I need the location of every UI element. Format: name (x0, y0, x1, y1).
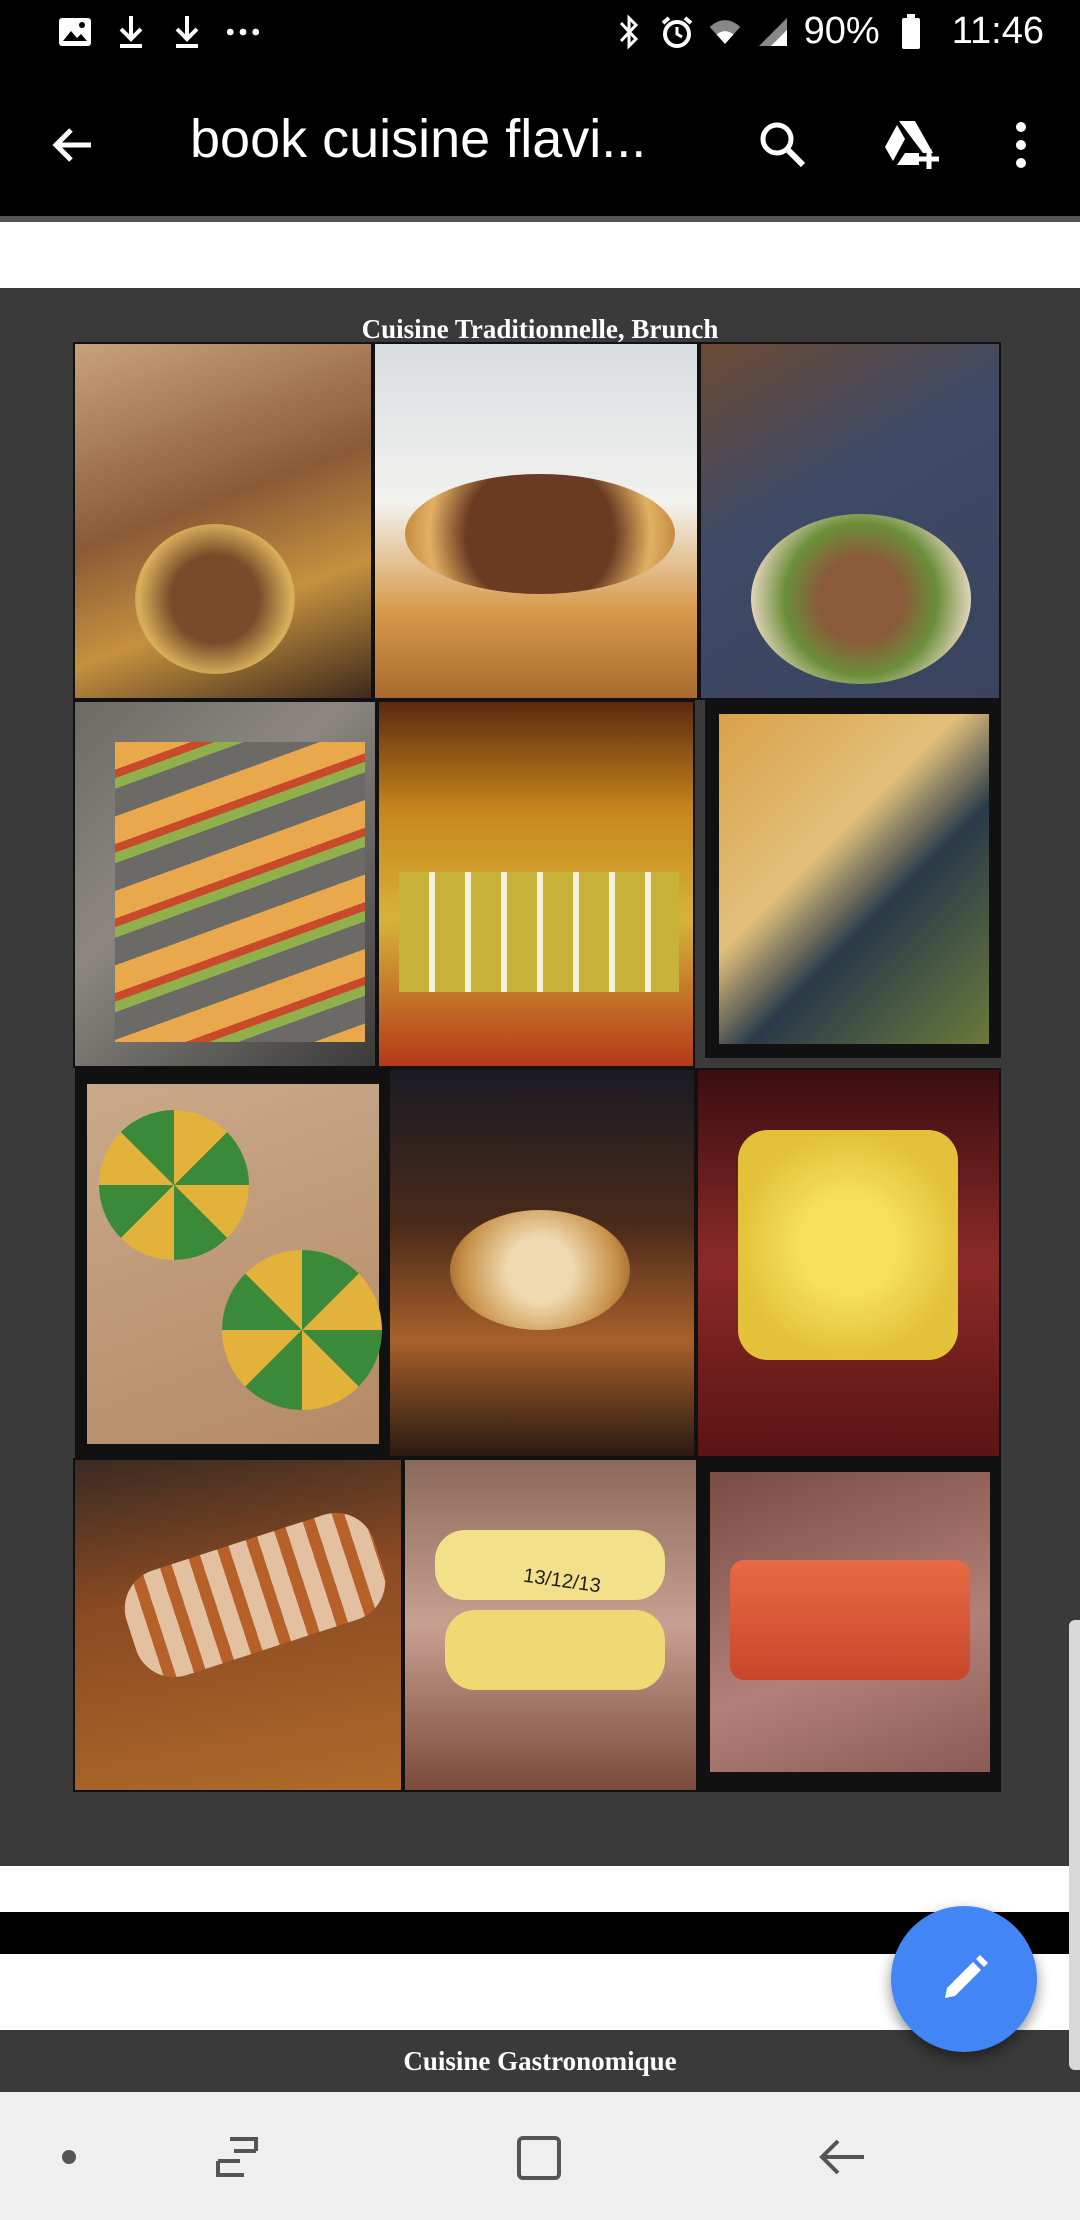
drive-add-icon[interactable] (876, 110, 946, 180)
home-icon[interactable] (505, 2122, 575, 2192)
download-icon (114, 12, 148, 52)
photo-roast-chicken (388, 1068, 696, 1458)
system-status: 90% 11:46 (612, 10, 1044, 53)
clock: 11:46 (951, 10, 1044, 52)
download-icon (170, 12, 204, 52)
battery-icon (894, 12, 928, 52)
notification-icons (58, 12, 260, 52)
navigation-bar (0, 2092, 1080, 2220)
photo-pasta-pan (705, 700, 1001, 1058)
back-arrow-icon[interactable] (38, 110, 108, 180)
photo-ravioli (696, 1068, 1001, 1458)
wifi-icon (708, 12, 742, 52)
image-icon (58, 12, 92, 52)
back-icon[interactable] (808, 2122, 878, 2192)
bluetooth-icon (612, 12, 646, 52)
more-notifications-icon (226, 12, 260, 52)
edit-pencil-icon (945, 1955, 988, 1998)
document-title: book cuisine flavi... (190, 109, 647, 169)
page-heading: Cuisine Gastronomique (403, 2046, 677, 2076)
photo-gravlax (698, 1458, 1001, 1792)
status-bar: 90% 11:46 (0, 0, 1080, 66)
page-gap (0, 1866, 1080, 1912)
app-bar: book cuisine flavi... (0, 66, 1080, 216)
page-gastronomique: Cuisine Gastronomique (0, 2030, 1080, 2092)
page-traditionnelle: Cuisine Traditionnelle, Brunch 13/12/13 (0, 288, 1080, 1866)
document-viewer[interactable]: Cuisine Traditionnelle, Brunch 13/12/13 … (0, 222, 1080, 2092)
photo-foie-gras: 13/12/13 (403, 1458, 698, 1792)
dot-icon[interactable] (34, 2122, 104, 2192)
more-vert-icon[interactable] (986, 110, 1056, 180)
recent-apps-icon[interactable] (202, 2122, 272, 2192)
photo-cannelloni (377, 700, 695, 1068)
alarm-icon (660, 12, 694, 52)
signal-icon (756, 12, 790, 52)
photo-sandwiches (73, 700, 377, 1068)
search-icon[interactable] (748, 110, 818, 180)
page-heading: Cuisine Traditionnelle, Brunch (361, 314, 719, 344)
photo-brunch-table (73, 342, 373, 700)
photo-gelee-plates (75, 1068, 388, 1458)
edit-button[interactable] (891, 1906, 1037, 2052)
photo-bacon-roll (73, 1458, 403, 1792)
photo-brunch-plate (699, 342, 1001, 700)
scrollbar[interactable] (1069, 1620, 1080, 2070)
page-gap (0, 222, 1080, 288)
photo-cake-plate (373, 342, 699, 700)
battery-percent: 90% (803, 10, 880, 52)
